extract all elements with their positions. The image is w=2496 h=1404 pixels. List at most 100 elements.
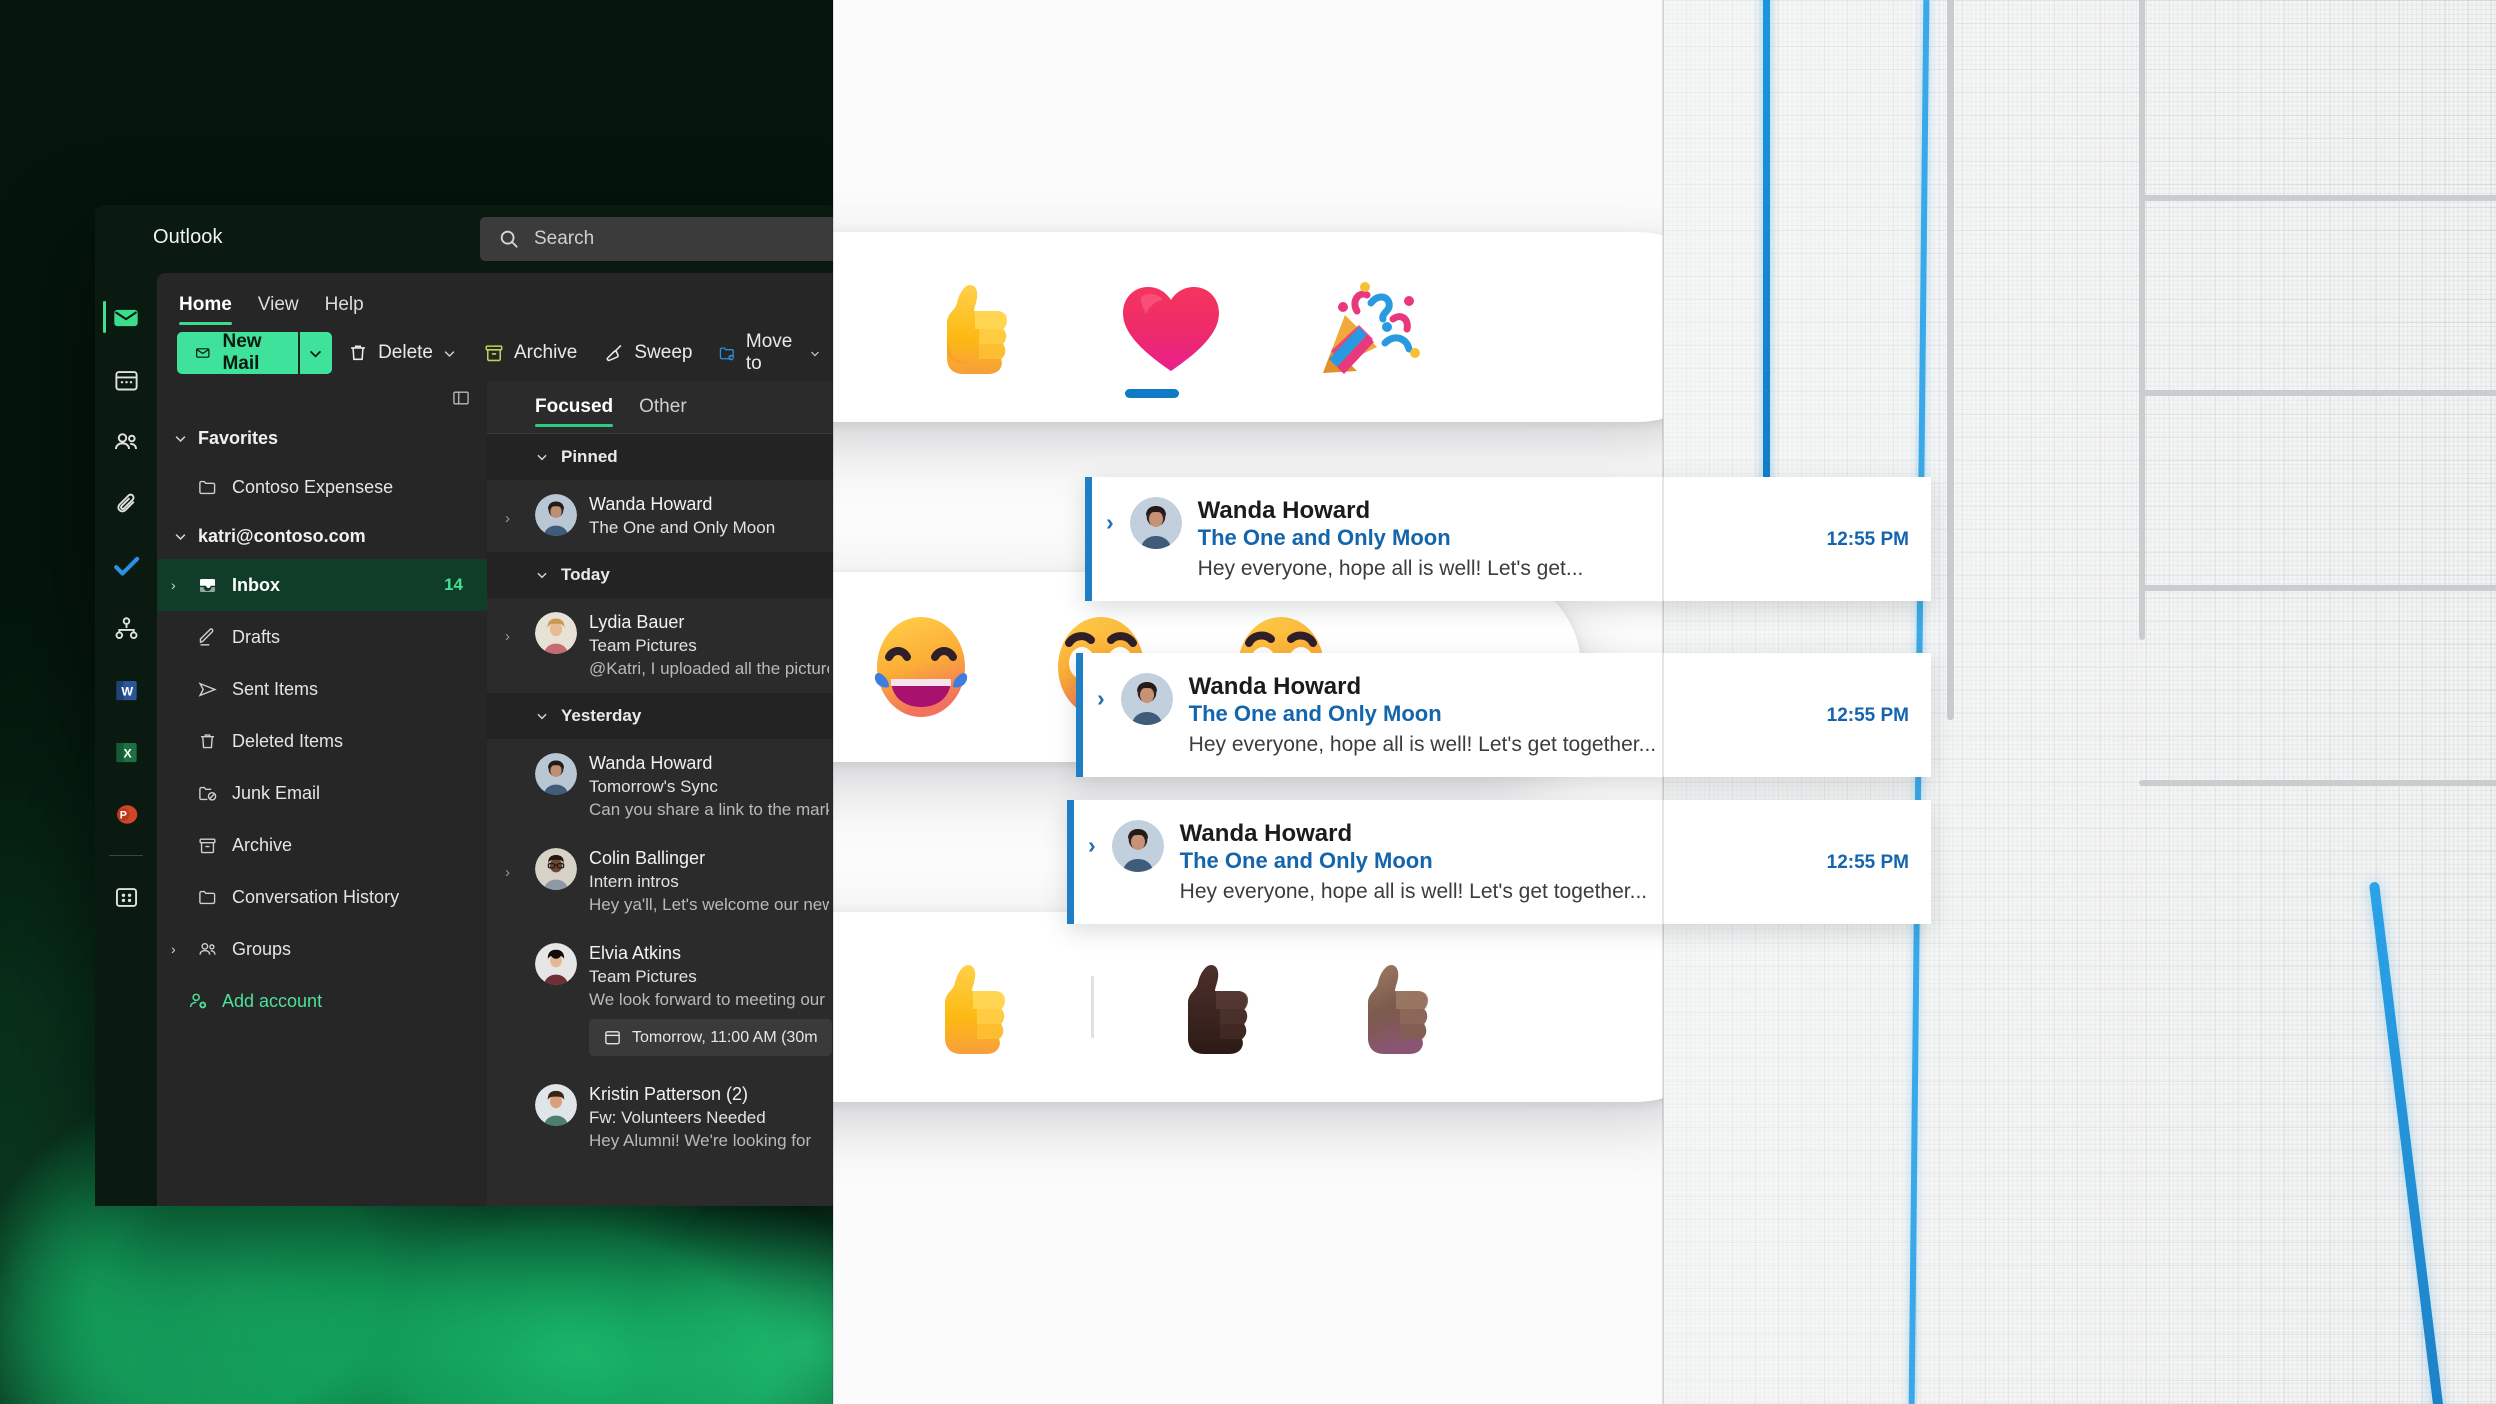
folder-pane: Favorites Contoso Expensese katri@contos…: [157, 381, 487, 1206]
avatar: [1111, 820, 1164, 872]
face-tears-of-joy-icon[interactable]: [861, 607, 981, 727]
message-list-item[interactable]: Wanda Howard Tomorrow's Sync Can you sha…: [487, 739, 833, 834]
folder-item-junk-email[interactable]: Junk Email: [157, 767, 487, 819]
tab-other[interactable]: Other: [639, 381, 687, 433]
delete-button[interactable]: Delete: [336, 332, 468, 374]
add-account-button[interactable]: Add account: [157, 975, 487, 1027]
chevron-right-icon[interactable]: ›: [505, 848, 523, 915]
main-area: Home View Help New Mail Delete Archive S…: [157, 273, 833, 1206]
folder-item-contoso-expensese[interactable]: Contoso Expensese: [157, 461, 487, 513]
tab-help[interactable]: Help: [325, 294, 364, 325]
grey-frame-line: [2139, 0, 2145, 640]
folder-label: Archive: [232, 834, 293, 855]
message-text: Wanda Howard The One and Only Moon: [589, 494, 833, 538]
folder-item-groups[interactable]: › Groups: [157, 923, 487, 975]
message-card[interactable]: › Wanda Howard The One and Only Moon 12:…: [1076, 653, 1931, 777]
thumbs-up-icon[interactable]: [911, 947, 1031, 1067]
account-label: katri@contoso.com: [198, 525, 366, 546]
message-card[interactable]: › Wanda Howard The One and Only Moon 12:…: [1085, 477, 1931, 601]
message-text: Elvia Atkins Team Pictures We look forwa…: [589, 943, 833, 1056]
card-body: Wanda Howard The One and Only Moon 12:55…: [1198, 497, 1909, 581]
folder-item-deleted-items[interactable]: Deleted Items: [157, 715, 487, 767]
message-preview: @Katri, I uploaded all the pictures: [589, 659, 829, 678]
rail-item-people[interactable]: [95, 411, 157, 473]
message-subject: Team Pictures: [589, 967, 697, 986]
new-mail-button[interactable]: New Mail: [177, 331, 298, 374]
rail-item-more-apps[interactable]: [95, 866, 157, 928]
sweep-button[interactable]: Sweep: [592, 332, 703, 374]
card-preview: Hey everyone, hope all is well! Let's ge…: [1188, 733, 1657, 756]
folder-item-archive[interactable]: Archive: [157, 819, 487, 871]
avatar: [1129, 497, 1182, 549]
message-list-tabs: Focused Other: [487, 381, 833, 434]
outlook-desktop-panel: Outlook Search W X P Home View Help New …: [0, 0, 833, 1404]
account-group-header[interactable]: katri@contoso.com: [157, 513, 487, 559]
chevron-right-icon[interactable]: ›: [505, 494, 523, 538]
tab-view[interactable]: View: [258, 294, 299, 325]
card-body: Wanda Howard The One and Only Moon 12:55…: [1189, 673, 1909, 757]
card-subject-row: The One and Only Moon 12:55 PM: [1180, 848, 1909, 874]
message-subject: The One and Only Moon: [589, 518, 776, 537]
meeting-chip[interactable]: Tomorrow, 11:00 AM (30m: [589, 1019, 832, 1056]
trash-icon: [351, 345, 365, 361]
heart-icon[interactable]: [1111, 267, 1231, 387]
new-mail-dropdown-button[interactable]: [299, 332, 333, 374]
thumbs-up-medium-dark-icon[interactable]: [1334, 947, 1454, 1067]
svg-text:W: W: [121, 684, 133, 698]
archive-button[interactable]: Archive: [472, 332, 588, 374]
folder-item-inbox[interactable]: › Inbox 14: [157, 559, 487, 611]
folder-item-conversation-history[interactable]: Conversation History: [157, 871, 487, 923]
message-list-item[interactable]: › Lydia Bauer Team Pictures @Katri, I up…: [487, 598, 833, 693]
add-account-label: Add account: [222, 990, 323, 1011]
message-list-item[interactable]: › Colin Ballinger Intern intros Hey ya'l…: [487, 834, 833, 929]
thumbs-up-dark-icon[interactable]: [1154, 947, 1274, 1067]
checkmark-icon: [113, 556, 139, 576]
chevron-right-icon[interactable]: ›: [1088, 820, 1096, 857]
chevron-right-icon[interactable]: ›: [1097, 673, 1105, 710]
chevron-right-icon[interactable]: ›: [1106, 497, 1114, 534]
chevron-right-icon[interactable]: ›: [171, 577, 176, 593]
add-person-icon: [189, 993, 207, 1009]
svg-text:X: X: [123, 746, 132, 760]
message-list-item[interactable]: Kristin Patterson (2) Fw: Volunteers Nee…: [487, 1070, 833, 1165]
move-to-button[interactable]: Move to: [707, 331, 831, 374]
message-list-item[interactable]: › Wanda Howard The One and Only Moon: [487, 480, 833, 552]
panel-seam: [1662, 0, 1664, 1404]
favorites-group-header[interactable]: Favorites: [157, 415, 487, 461]
tab-focused[interactable]: Focused: [535, 381, 614, 433]
message-card[interactable]: › Wanda Howard The One and Only Moon 12:…: [1067, 800, 1931, 924]
rail-item-files[interactable]: [95, 473, 157, 535]
tab-home[interactable]: Home: [179, 294, 232, 325]
collapse-pane-icon[interactable]: [451, 388, 471, 408]
message-list-item[interactable]: Elvia Atkins Team Pictures We look forwa…: [487, 929, 833, 1070]
folder-item-drafts[interactable]: Drafts: [157, 611, 487, 663]
card-time: 12:55 PM: [1826, 852, 1909, 873]
party-popper-icon[interactable]: [1309, 267, 1429, 387]
org-chart-icon: [115, 616, 137, 639]
rail-item-to-do[interactable]: [95, 535, 157, 597]
rail-item-word[interactable]: W: [95, 659, 157, 721]
chevron-down-icon: [310, 350, 322, 358]
chevron-right-icon[interactable]: ›: [171, 941, 176, 957]
skin-tone-picker-flyout: [833, 912, 1663, 1102]
screenshot-stage: Outlook Search W X P Home View Help New …: [0, 0, 2496, 1404]
message-group-header-today[interactable]: Today: [487, 552, 833, 598]
rail-item-excel[interactable]: X: [95, 721, 157, 783]
message-group-header-yesterday[interactable]: Yesterday: [487, 693, 833, 739]
search-icon: [500, 230, 518, 248]
thumbs-up-icon[interactable]: [913, 267, 1033, 387]
folder-label: Conversation History: [232, 886, 400, 907]
chevron-down-icon: [537, 454, 547, 461]
rail-item-powerpoint[interactable]: P: [95, 783, 157, 845]
search-input[interactable]: Search: [480, 217, 833, 261]
rail-item-calendar[interactable]: [95, 349, 157, 411]
folder-label: Sent Items: [232, 678, 319, 699]
message-group-header-pinned[interactable]: Pinned: [487, 434, 833, 480]
folder-label: Deleted Items: [232, 730, 344, 751]
folder-item-sent-items[interactable]: Sent Items: [157, 663, 487, 715]
rail-item-mail[interactable]: [95, 287, 157, 349]
junk-icon: [195, 783, 219, 804]
chevron-right-icon[interactable]: ›: [505, 612, 523, 679]
rail-item-viva[interactable]: [95, 597, 157, 659]
folder-label: Contoso Expensese: [232, 476, 394, 497]
